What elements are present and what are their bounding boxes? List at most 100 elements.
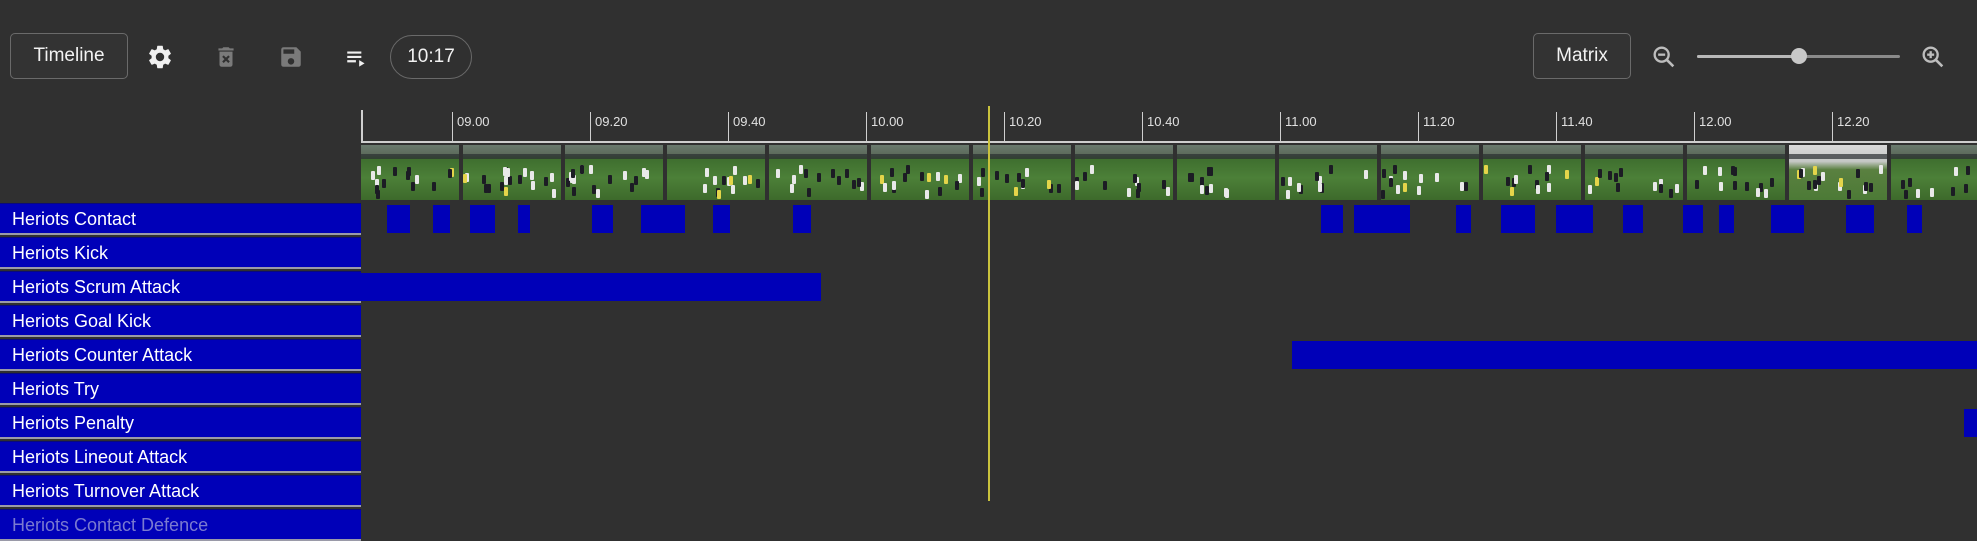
row-label-heriots-lineout-attack[interactable]: Heriots Lineout Attack — [0, 441, 361, 473]
zoom-out-icon[interactable] — [1650, 43, 1678, 71]
matrix-button[interactable]: Matrix — [1533, 33, 1631, 79]
ruler-tick-label: 10.00 — [871, 114, 904, 129]
current-time-display[interactable]: 10:17 — [390, 35, 472, 79]
row-label-heriots-contact-defence[interactable]: Heriots Contact Defence — [0, 509, 361, 541]
event-segment[interactable] — [1907, 205, 1922, 233]
player-figure — [938, 187, 942, 196]
event-segment[interactable] — [1292, 341, 1977, 369]
event-segment[interactable] — [361, 273, 821, 301]
playhead[interactable] — [988, 106, 990, 501]
ruler-tick — [1280, 112, 1281, 143]
event-segment[interactable] — [387, 205, 410, 233]
video-frame-thumbnail[interactable] — [1279, 145, 1377, 200]
player-figure — [713, 176, 717, 185]
player-figure — [1281, 177, 1285, 186]
event-segment[interactable] — [1321, 205, 1343, 233]
player-figure — [411, 182, 415, 191]
event-segment[interactable] — [1556, 205, 1593, 233]
row-label-heriots-goal-kick[interactable]: Heriots Goal Kick — [0, 305, 361, 337]
row-label-heriots-counter-attack[interactable]: Heriots Counter Attack — [0, 339, 361, 371]
player-figure — [995, 171, 999, 180]
timeline-button[interactable]: Timeline — [10, 33, 128, 79]
floppy-disk-icon[interactable] — [278, 44, 304, 70]
row-label-heriots-contact[interactable]: Heriots Contact — [0, 203, 361, 235]
player-figure — [807, 188, 811, 197]
row-label-heriots-try[interactable]: Heriots Try — [0, 373, 361, 405]
event-segment[interactable] — [1771, 205, 1804, 233]
time-ruler[interactable]: 09.00 09.20 09.40 10.00 10.20 10.40 11.0… — [361, 110, 1977, 143]
player-figure — [482, 175, 486, 184]
video-frame-thumbnail[interactable] — [769, 145, 867, 200]
zoom-slider[interactable] — [1697, 48, 1900, 64]
player-figure — [892, 181, 896, 190]
event-segment[interactable] — [592, 205, 613, 233]
player-figure — [1908, 178, 1912, 187]
player-figure — [1799, 169, 1803, 178]
video-filmstrip[interactable] — [361, 145, 1977, 200]
player-figure — [1435, 173, 1439, 182]
ruler-tick-label: 12.00 — [1699, 114, 1732, 129]
video-frame-thumbnail[interactable] — [667, 145, 765, 200]
zoom-slider-thumb[interactable] — [1790, 48, 1807, 64]
ruler-tick-label: 10.40 — [1147, 114, 1180, 129]
playlist-play-icon[interactable] — [344, 45, 370, 71]
row-label-heriots-turnover-attack[interactable]: Heriots Turnover Attack — [0, 475, 361, 507]
gear-icon[interactable] — [146, 43, 174, 71]
event-segment[interactable] — [1456, 205, 1471, 233]
event-segment[interactable] — [1501, 205, 1535, 233]
event-segment[interactable] — [1623, 205, 1643, 233]
video-frame-thumbnail[interactable] — [1177, 145, 1275, 200]
zoom-in-icon[interactable] — [1919, 43, 1947, 71]
video-frame-thumbnail[interactable] — [871, 145, 969, 200]
player-figure — [1879, 165, 1883, 174]
event-segment[interactable] — [1719, 205, 1734, 233]
player-figure — [552, 189, 556, 198]
player-figure — [1733, 181, 1737, 190]
player-figure — [1536, 185, 1540, 194]
player-figure — [1864, 182, 1868, 191]
video-frame-thumbnail[interactable] — [1891, 145, 1977, 200]
player-figure — [1133, 174, 1137, 183]
player-figure — [1964, 184, 1968, 193]
player-figure — [1286, 190, 1290, 199]
event-segment[interactable] — [793, 205, 811, 233]
video-frame-thumbnail[interactable] — [1687, 145, 1785, 200]
event-lanes — [361, 203, 1977, 522]
video-frame-thumbnail[interactable] — [565, 145, 663, 200]
event-segment[interactable] — [1846, 205, 1874, 233]
video-frame-thumbnail[interactable] — [1483, 145, 1581, 200]
player-figure — [1382, 169, 1386, 178]
ruler-tick-label: 11.20 — [1423, 114, 1455, 129]
player-figure — [1595, 177, 1599, 186]
player-figure — [589, 165, 593, 174]
event-segment[interactable] — [433, 205, 450, 233]
player-figure — [925, 190, 929, 199]
event-segment[interactable] — [713, 205, 730, 233]
player-figure — [1695, 180, 1699, 189]
player-figure — [944, 175, 948, 184]
video-frame-thumbnail[interactable] — [1075, 145, 1173, 200]
video-frame-thumbnail[interactable] — [1585, 145, 1683, 200]
video-frame-thumbnail[interactable] — [463, 145, 561, 200]
row-label-heriots-scrum-attack[interactable]: Heriots Scrum Attack — [0, 271, 361, 303]
video-frame-thumbnail[interactable] — [1789, 145, 1887, 200]
ruler-tick — [728, 112, 729, 143]
trash-can-icon[interactable] — [213, 44, 239, 70]
event-segment[interactable] — [470, 205, 495, 233]
player-figure — [1588, 185, 1592, 194]
ruler-tick-label: 09.20 — [595, 114, 628, 129]
ruler-baseline — [361, 141, 1977, 143]
player-figure — [1460, 182, 1464, 191]
video-frame-thumbnail[interactable] — [1381, 145, 1479, 200]
ruler-tick — [1004, 112, 1005, 143]
event-segment[interactable] — [1683, 205, 1703, 233]
event-segment[interactable] — [1354, 205, 1410, 233]
video-frame-thumbnail[interactable] — [361, 145, 459, 200]
player-figure — [733, 166, 737, 175]
row-label-heriots-penalty[interactable]: Heriots Penalty — [0, 407, 361, 439]
row-label-heriots-kick[interactable]: Heriots Kick — [0, 237, 361, 269]
event-segment[interactable] — [1964, 409, 1977, 437]
event-segment[interactable] — [518, 205, 530, 233]
event-segment[interactable] — [641, 205, 685, 233]
player-figure — [1075, 181, 1079, 190]
